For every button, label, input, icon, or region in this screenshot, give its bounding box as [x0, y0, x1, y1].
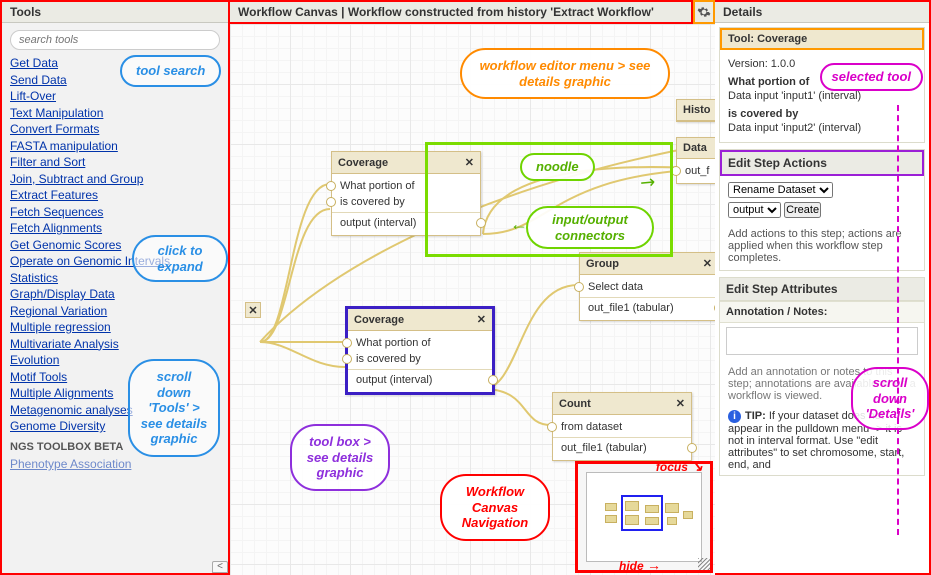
tool-section-link[interactable]: Phenotype Association [10, 457, 220, 471]
callout-connectors: input/output connectors [526, 206, 654, 249]
tool-section-link[interactable]: Fetch Sequences [10, 205, 220, 219]
edit-step-attributes-title: Edit Step Attributes [720, 278, 924, 301]
row-label: output (interval) [356, 374, 432, 386]
canvas-panel: Workflow Canvas | Workflow constructed f… [230, 0, 715, 575]
input-port[interactable] [574, 282, 584, 292]
row-label: out_file1 (tabular) [588, 302, 674, 314]
input-port[interactable] [342, 354, 352, 364]
node-dataset-partial[interactable]: Data out_f [676, 137, 715, 184]
node-title: Group [586, 258, 619, 270]
callout-navigation: Workflow Canvas Navigation [440, 474, 550, 541]
node-collapsed[interactable]: ✕ [245, 302, 261, 318]
output-port[interactable] [488, 375, 498, 385]
node-title: Histo [683, 104, 711, 116]
label-focus: focus [656, 460, 688, 474]
row-label: is covered by [340, 196, 405, 208]
edit-step-actions-title: Edit Step Actions [720, 150, 924, 176]
param-label: is covered by [728, 108, 798, 120]
row-label: out_f [685, 165, 709, 177]
close-icon[interactable]: ✕ [676, 397, 685, 410]
node-histo-partial[interactable]: Histo [676, 99, 715, 122]
row-label: is covered by [356, 353, 421, 365]
arrow-icon: ↘ [691, 458, 703, 474]
row-label: out_file1 (tabular) [561, 442, 647, 454]
close-icon: ✕ [248, 304, 257, 317]
annotation-textarea[interactable] [726, 327, 918, 355]
tool-section-link[interactable]: Regional Variation [10, 304, 220, 318]
annotation-header: Annotation / Notes: [720, 301, 924, 323]
arrow-icon: ← [510, 214, 528, 235]
callout-toolbox: tool box > see details graphic [290, 424, 390, 491]
close-icon[interactable]: ✕ [477, 313, 486, 326]
action-select[interactable]: Rename Dataset [728, 182, 833, 198]
tools-header: Tools [2, 2, 228, 23]
tip-label: TIP: [745, 410, 766, 422]
tool-section-link[interactable]: FASTA manipulation [10, 139, 220, 153]
row-label: Select data [588, 281, 643, 293]
tool-details-title: Tool: Coverage [720, 28, 924, 50]
node-title: Count [559, 398, 591, 410]
create-button[interactable]: Create [784, 202, 821, 218]
tool-section-link[interactable]: Filter and Sort [10, 155, 220, 169]
node-title: Coverage [338, 157, 388, 169]
node-count[interactable]: Count ✕ from dataset out_file1 (tabular) [552, 392, 692, 461]
row-label: output (interval) [340, 217, 416, 229]
input-port[interactable] [547, 422, 557, 432]
gear-icon [697, 5, 711, 19]
callout-click-expand: click to expand [132, 235, 228, 282]
tool-section-link[interactable]: Fetch Alignments [10, 221, 220, 235]
node-title: Coverage [354, 314, 404, 326]
input-port[interactable] [326, 181, 336, 191]
workflow-canvas[interactable]: ✕ Coverage ✕ What portion of is covered b… [230, 24, 715, 575]
tool-section-link[interactable]: Extract Features [10, 188, 220, 202]
row-label: What portion of [356, 337, 431, 349]
param-label: What portion of [728, 76, 809, 88]
input-port[interactable] [326, 197, 336, 207]
tool-section-link[interactable]: Convert Formats [10, 122, 220, 136]
callout-tool-search: tool search [120, 55, 221, 87]
actions-note: Add actions to this step; actions are ap… [728, 228, 916, 264]
row-label: What portion of [340, 180, 415, 192]
canvas-title: Workflow Canvas | Workflow constructed f… [230, 0, 693, 24]
tools-panel: Tools Get DataSend DataLift-OverText Man… [0, 0, 230, 575]
node-coverage-2[interactable]: Coverage✕ What portion of is covered by … [345, 306, 495, 395]
tool-section-link[interactable]: Multivariate Analysis [10, 337, 220, 351]
tool-section-link[interactable]: Graph/Display Data [10, 287, 220, 301]
resize-handle-icon[interactable] [698, 558, 710, 570]
tool-section-link[interactable]: Text Manipulation [10, 106, 220, 120]
arrow-icon: → [647, 557, 661, 573]
tool-section-link[interactable]: Join, Subtract and Group [10, 172, 220, 186]
callout-selected-tool: selected tool [820, 63, 923, 91]
node-title: Data [683, 142, 707, 154]
workflow-menu-button[interactable] [693, 0, 715, 24]
label-hide: hide [619, 559, 644, 573]
close-icon[interactable]: ✕ [703, 257, 712, 270]
info-icon: i [728, 410, 741, 423]
search-input[interactable] [10, 30, 220, 50]
node-group[interactable]: Group ✕ Select data out_file1 (tabular) [579, 252, 715, 321]
callout-scroll-details: scroll down 'Details' [851, 367, 929, 430]
param-value: Data input 'input1' (interval) [728, 90, 916, 102]
output-port[interactable] [687, 443, 697, 453]
callout-noodle: noodle [520, 153, 595, 181]
row-label: from dataset [561, 421, 622, 433]
callout-scroll-tools: scroll down 'Tools' > see details graphi… [128, 359, 220, 457]
details-header: Details [715, 2, 929, 23]
collapse-icon[interactable]: < [212, 561, 228, 573]
input-port[interactable] [342, 338, 352, 348]
tool-section-link[interactable]: Multiple regression [10, 320, 220, 334]
details-panel: Details Tool: Coverage Version: 1.0.0 Wh… [715, 0, 931, 575]
callout-editor-menu: workflow editor menu > see details graph… [460, 48, 670, 99]
param-value: Data input 'input2' (interval) [728, 122, 916, 134]
action-target-select[interactable]: output [728, 202, 781, 218]
edit-step-actions: Edit Step Actions Rename Dataset output … [719, 149, 925, 271]
dashed-guide [897, 105, 899, 535]
tool-section-link[interactable]: Lift-Over [10, 89, 220, 103]
